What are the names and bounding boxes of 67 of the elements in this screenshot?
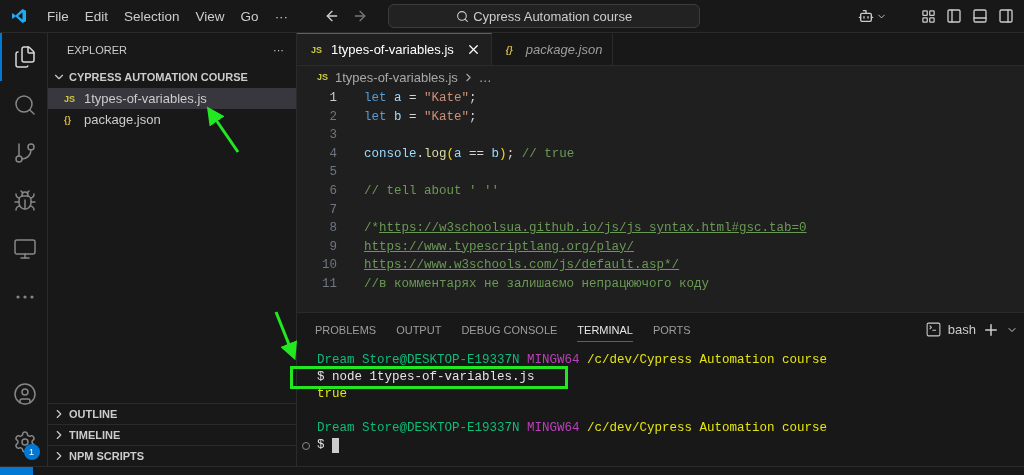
panel-tab[interactable]: PORTS <box>652 317 691 342</box>
shell-name[interactable]: bash <box>947 322 976 337</box>
menu-item[interactable]: ··· <box>266 8 297 24</box>
more-actions[interactable]: ··· <box>273 43 284 56</box>
menu-item[interactable]: Go <box>232 8 267 24</box>
code-line: //в комментарях не залишаємо непрацюючого коду <box>364 275 710 293</box>
code-line: // tell about ' '' <box>364 182 500 200</box>
terminal-line: Dream Store@DESKTOP-E19337N MINGW64 /c/dev/Cypress Automation course <box>317 352 828 369</box>
terminal-line: true <box>317 386 347 403</box>
code-line: console.log(a == b); // true <box>364 145 575 163</box>
layout-icon[interactable] <box>921 8 936 24</box>
breadcrumb-item[interactable]: … <box>478 69 492 85</box>
panel-tab[interactable]: PROBLEMS <box>315 317 377 342</box>
line-number: 5 <box>328 164 337 182</box>
terminal-line: $ <box>317 437 325 454</box>
code-line: /*https://w3schoolsua.github.io/js/js_syntax.html#gsc.tab=0 <box>364 220 807 238</box>
panel-right-icon[interactable] <box>998 8 1014 24</box>
explorer-tree-row[interactable]: JS 1types-of-variables.js <box>48 88 296 109</box>
monitor-icon <box>12 237 37 261</box>
code-line: let a = "Kate"; <box>364 90 477 107</box>
line-number: 3 <box>328 127 337 145</box>
terminal-icon <box>924 321 942 338</box>
app-logo <box>11 8 27 24</box>
arrow-drawing <box>206 106 240 153</box>
search-icon <box>456 9 470 23</box>
explorer-tree-row[interactable]: {} package.json <box>48 109 296 130</box>
panel-tab[interactable]: OUTPUT <box>396 317 442 342</box>
line-number: 2 <box>328 108 337 126</box>
sidebar-title: EXPLORER <box>67 43 127 56</box>
editor-tab[interactable]: JS 1types-of-variables.js <box>297 33 492 65</box>
line-number: 4 <box>328 145 337 163</box>
menu-item[interactable]: File <box>39 8 77 24</box>
branch-icon <box>12 141 37 165</box>
menu-item[interactable]: Selection <box>116 8 188 24</box>
line-number: 10 <box>321 257 337 275</box>
line-number: 6 <box>328 182 337 200</box>
search-icon <box>12 93 37 117</box>
sidebar-section[interactable]: TIMELINE <box>48 424 296 445</box>
menu-item[interactable]: View <box>187 8 233 24</box>
line-number: 1 <box>328 90 337 107</box>
files-icon <box>12 45 37 69</box>
line-number: 11 <box>321 275 337 293</box>
line-number: 8 <box>328 220 337 238</box>
panel-tab[interactable]: DEBUG CONSOLE <box>461 317 558 342</box>
js-file-icon: JS <box>317 72 331 82</box>
notification-badge: 1 <box>23 444 40 460</box>
code-line: https://www.w3schools.com/js/default.asp*/ <box>364 257 680 275</box>
code-line: https://www.typescriptlang.org/play/ <box>364 238 635 256</box>
settings-icon <box>12 430 37 454</box>
robot-icon[interactable] <box>858 8 874 24</box>
panel-bottom-icon[interactable] <box>972 8 988 24</box>
more-icon <box>15 295 34 299</box>
settings-button[interactable]: 1 <box>0 418 48 466</box>
sidebar-section[interactable]: OUTLINE <box>48 403 296 424</box>
command-center[interactable]: Cypress Automation course <box>388 4 701 28</box>
line-number: 7 <box>328 201 337 219</box>
terminal-line: Dream Store@DESKTOP-E19337N MINGW64 /c/dev/Cypress Automation course <box>317 420 828 437</box>
code-line: let b = "Kate"; <box>364 108 477 126</box>
bug-icon <box>12 189 37 213</box>
folder-row[interactable]: CYPRESS AUTOMATION COURSE <box>48 66 296 88</box>
breadcrumb-item[interactable]: 1types-of-variables.js <box>335 69 458 85</box>
line-number: 9 <box>328 238 337 256</box>
menu-item[interactable]: Edit <box>76 8 117 24</box>
panel-left-icon[interactable] <box>946 8 962 24</box>
arrow-drawing <box>274 311 297 361</box>
account-icon <box>12 382 37 406</box>
panel-tab[interactable]: TERMINAL <box>577 317 633 342</box>
